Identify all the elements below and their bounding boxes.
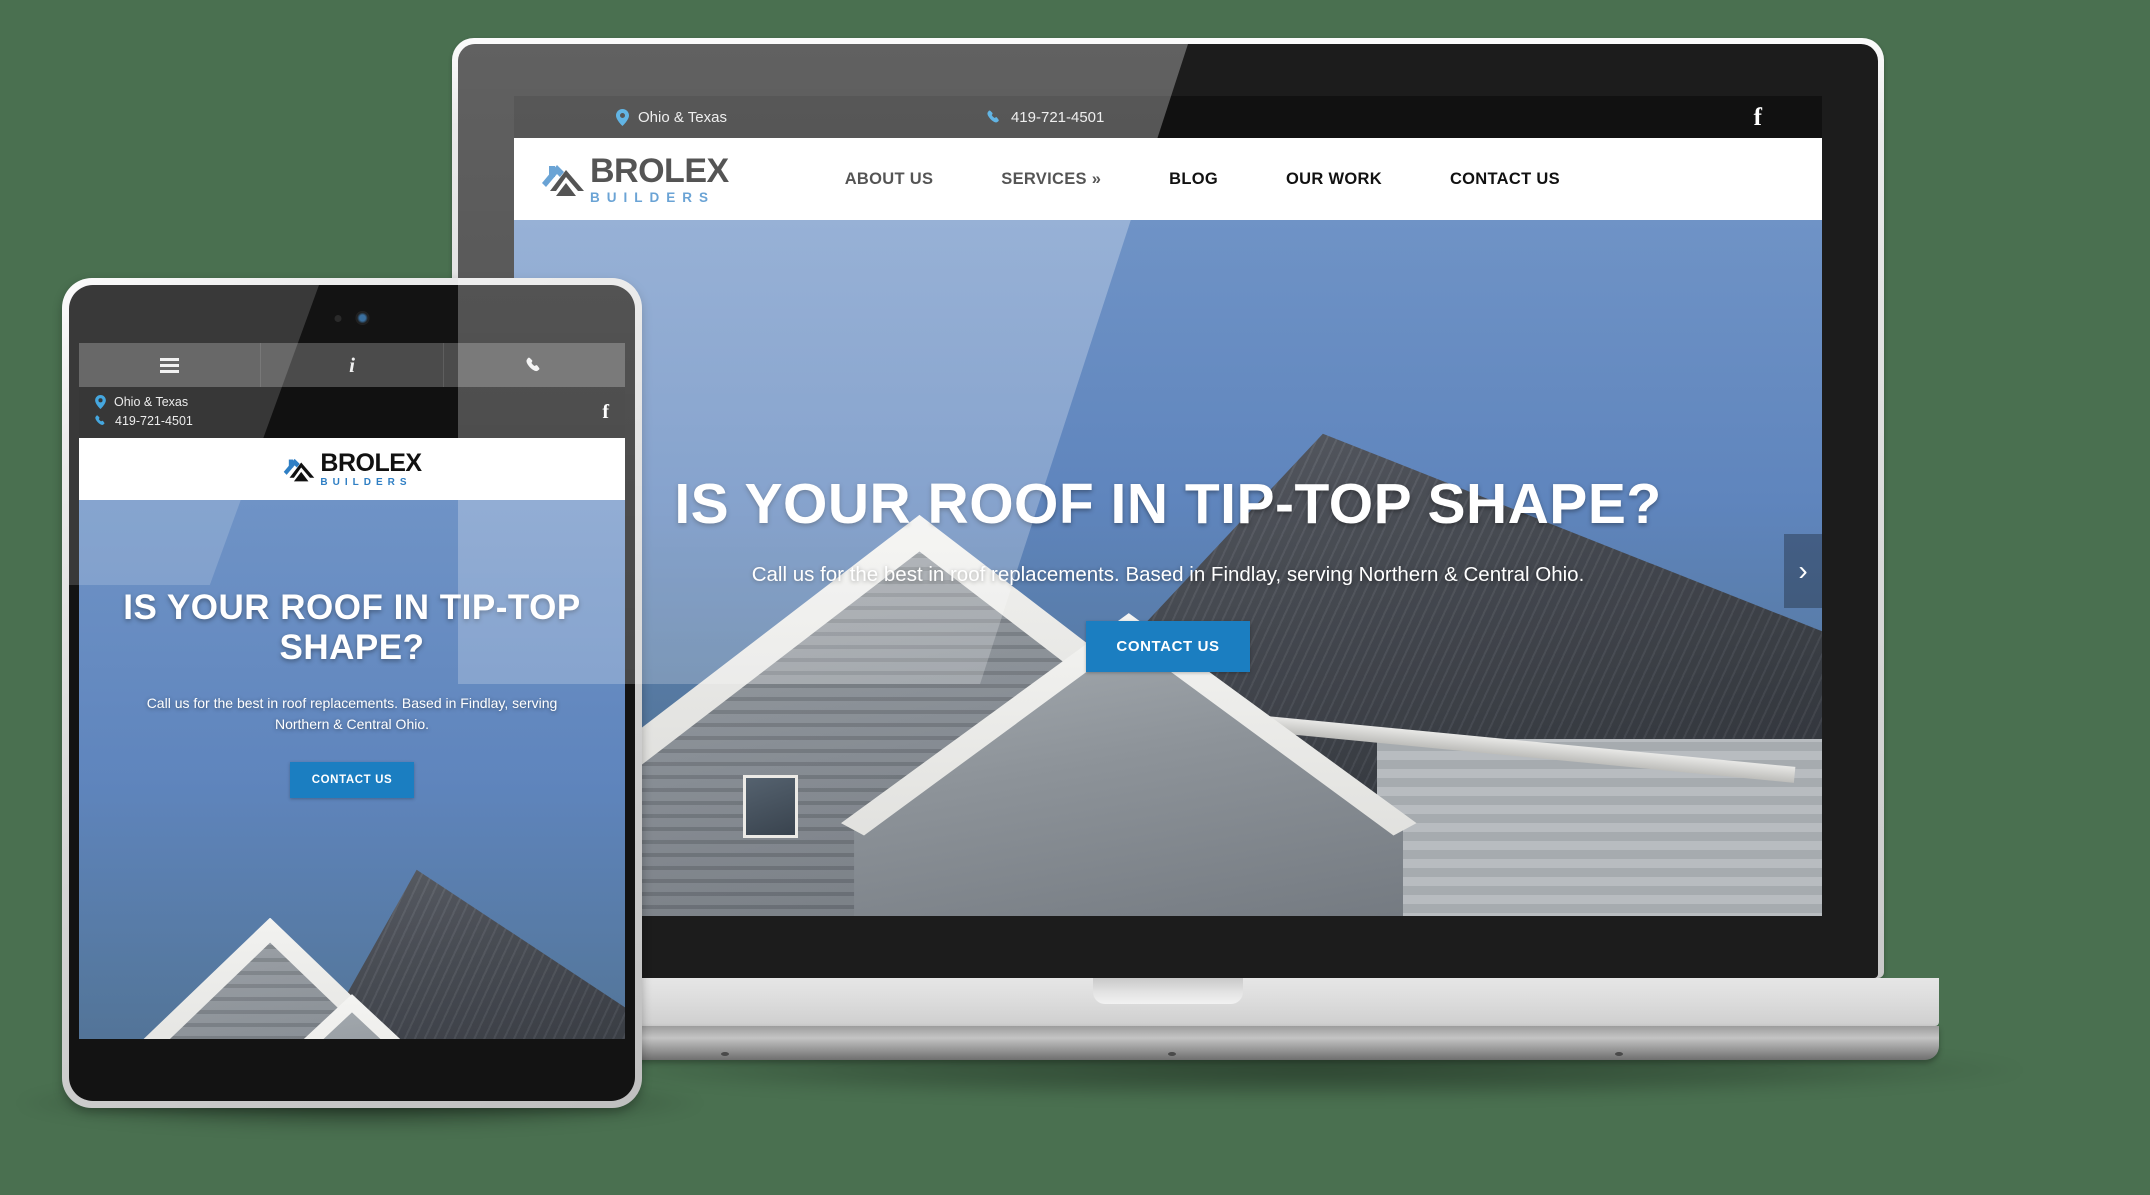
- mobile-hero-headline: IS YOUR ROOF IN TIP-TOP SHAPE?: [123, 588, 581, 668]
- laptop-trackpad-notch: [1093, 978, 1243, 1004]
- mobile-hero-content: IS YOUR ROOF IN TIP-TOP SHAPE? Call us f…: [79, 500, 625, 1039]
- roof-logo-icon: [282, 453, 316, 485]
- phone-icon: [95, 415, 107, 427]
- phone-icon: [987, 110, 1002, 125]
- topbar-phone[interactable]: 419-721-4501: [987, 109, 1104, 126]
- mobile-hero-subheadline: Call us for the best in roof replacement…: [146, 694, 558, 733]
- tablet-camera-cluster: [334, 311, 370, 325]
- map-pin-icon: [616, 108, 629, 126]
- logo-wordmark: BROLEX BUILDERS: [590, 151, 729, 205]
- hero-contact-us-button[interactable]: CONTACT US: [1086, 620, 1250, 672]
- mobile-topbar-location-text: Ohio & Texas: [114, 395, 189, 409]
- nav-item-services[interactable]: SERVICES »: [967, 170, 1135, 189]
- brolex-logo[interactable]: BROLEX BUILDERS: [540, 154, 729, 205]
- mobile-topbar-phone-text: 419-721-4501: [115, 414, 193, 428]
- nav-item-contact-us[interactable]: CONTACT US: [1416, 170, 1594, 189]
- mobile-hero-contact-us-button[interactable]: CONTACT US: [289, 761, 415, 798]
- logo-wordmark: BROLEX BUILDERS: [320, 448, 422, 488]
- nav-item-blog[interactable]: BLOG: [1135, 170, 1252, 189]
- nav-item-our-work[interactable]: OUR WORK: [1252, 170, 1416, 189]
- hamburger-menu-icon[interactable]: [79, 343, 262, 387]
- mobile-hero-slider: IS YOUR ROOF IN TIP-TOP SHAPE? Call us f…: [79, 500, 625, 1039]
- topbar-location-text: Ohio & Texas: [638, 108, 727, 126]
- hero-slider: IS YOUR ROOF IN TIP-TOP SHAPE? Call us f…: [514, 220, 1822, 916]
- primary-navigation: ABOUT US SERVICES » BLOG OUR WORK CONTAC…: [811, 170, 1594, 189]
- laptop-lid: Ohio & Texas 419-721-4501 f BROLEX BUILD…: [452, 38, 1884, 978]
- roof-logo-icon: [540, 157, 586, 201]
- laptop-bezel: Ohio & Texas 419-721-4501 f BROLEX BUILD…: [458, 44, 1878, 978]
- topbar-phone-text: 419-721-4501: [1010, 108, 1105, 126]
- laptop-foot-dot: [1615, 1052, 1624, 1056]
- laptop-foot-dot: [720, 1052, 729, 1056]
- topbar-location[interactable]: Ohio & Texas: [616, 108, 727, 126]
- nav-item-about-us[interactable]: ABOUT US: [811, 170, 968, 189]
- laptop-device-mockup: Ohio & Texas 419-721-4501 f BROLEX BUILD…: [397, 38, 1939, 1060]
- hero-content: IS YOUR ROOF IN TIP-TOP SHAPE? Call us f…: [514, 220, 1822, 916]
- hero-headline: IS YOUR ROOF IN TIP-TOP SHAPE?: [674, 471, 1662, 536]
- mobile-topbar-phone[interactable]: 419-721-4501: [95, 414, 193, 428]
- mobile-topbar-location[interactable]: Ohio & Texas: [95, 395, 193, 409]
- info-icon[interactable]: i: [261, 343, 444, 387]
- chevron-right-icon[interactable]: ›: [1784, 534, 1822, 608]
- map-pin-icon: [95, 395, 106, 409]
- camera-icon: [355, 311, 370, 325]
- site-navbar: BROLEX BUILDERS ABOUT US SERVICES » BLOG…: [514, 138, 1822, 220]
- hero-subheadline: Call us for the best in roof replacement…: [751, 562, 1585, 586]
- laptop-website-viewport: Ohio & Texas 419-721-4501 f BROLEX BUILD…: [514, 96, 1822, 916]
- sensor-icon: [334, 314, 342, 322]
- brolex-logo[interactable]: BROLEX BUILDERS: [282, 448, 422, 488]
- facebook-icon[interactable]: f: [1754, 105, 1762, 130]
- laptop-foot-dot: [1168, 1052, 1176, 1056]
- site-topbar: Ohio & Texas 419-721-4501 f: [514, 96, 1822, 138]
